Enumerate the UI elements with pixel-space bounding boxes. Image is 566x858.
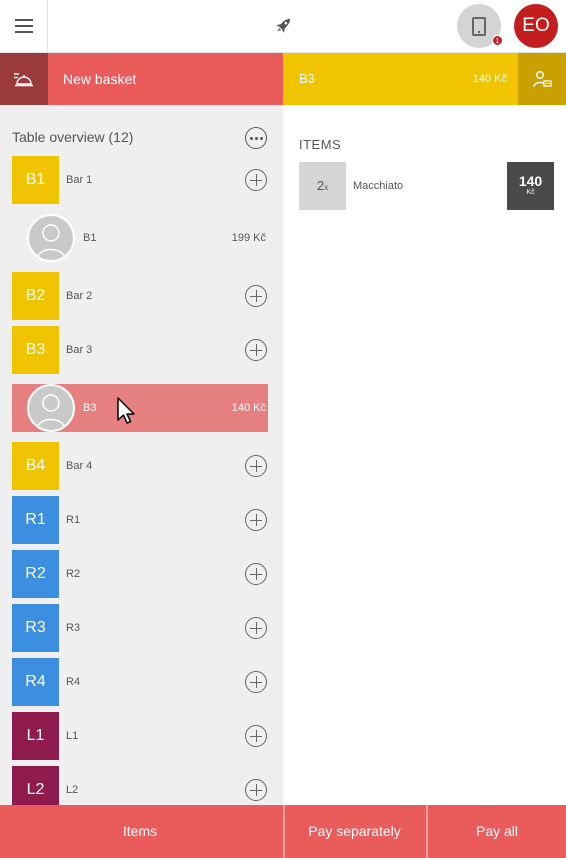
table-name: Bar 2: [66, 290, 93, 302]
table-overview-title: Table overview (12): [12, 129, 134, 145]
tablet-icon: [472, 16, 486, 36]
item-price: 140 Kč: [507, 162, 554, 210]
table-row-b3[interactable]: B3 Bar 3: [12, 326, 268, 374]
guest-amount: 199 Kč: [231, 232, 266, 244]
item-quantity[interactable]: 2x: [299, 162, 346, 210]
table-name: Bar 4: [66, 460, 93, 472]
guest-name: B3: [83, 402, 97, 414]
table-tile: B1: [12, 156, 59, 204]
guest-amount: 140 Kč: [231, 402, 266, 414]
item-name: Macchiato: [353, 180, 404, 192]
table-row-b2[interactable]: B2 Bar 2: [12, 272, 268, 320]
add-guest-button[interactable]: [245, 725, 267, 747]
table-name: R2: [66, 568, 81, 580]
rocket-icon: [276, 18, 291, 33]
table-name: R3: [66, 622, 81, 634]
new-basket-bar[interactable]: New basket: [0, 53, 283, 105]
table-row-b4[interactable]: B4 Bar 4: [12, 442, 268, 490]
table-tile: R3: [12, 604, 59, 652]
order-item-row[interactable]: 2x Macchiato 140 Kč: [299, 162, 554, 210]
tablet-button[interactable]: 1: [457, 4, 503, 48]
order-total: 140 Kč: [472, 73, 507, 85]
add-guest-button[interactable]: [245, 509, 267, 531]
table-tile: L1: [12, 712, 59, 760]
table-tile: B4: [12, 442, 59, 490]
table-name: Bar 3: [66, 344, 93, 356]
table-row-l2[interactable]: L2 L2: [12, 766, 268, 805]
table-row-r2[interactable]: R2 R2: [12, 550, 268, 598]
notification-badge: 1: [492, 35, 503, 46]
top-bar: 1 EO: [0, 0, 566, 53]
add-guest-button[interactable]: [245, 617, 267, 639]
table-name: R4: [66, 676, 81, 688]
menu-button[interactable]: [0, 0, 48, 52]
more-options-button[interactable]: [245, 127, 267, 149]
table-name: R1: [66, 514, 81, 526]
add-guest-button[interactable]: [245, 339, 267, 361]
table-name: L2: [66, 784, 79, 796]
tray-icon: [14, 73, 33, 87]
table-name: L1: [66, 730, 79, 742]
table-tile: R1: [12, 496, 59, 544]
table-tile: B2: [12, 272, 59, 320]
table-name: Bar 1: [66, 174, 93, 186]
add-guest-button[interactable]: [245, 169, 267, 191]
order-name: B3: [299, 71, 315, 86]
more-icon: [249, 136, 253, 140]
items-heading: ITEMS: [299, 137, 342, 152]
hamburger-icon: [14, 19, 33, 33]
selected-order-bar: B3 140 Kč: [283, 53, 566, 105]
add-guest-button[interactable]: [245, 455, 267, 477]
add-guest-button[interactable]: [245, 779, 267, 801]
add-guest-button[interactable]: [245, 671, 267, 693]
table-row-b1[interactable]: B1 Bar 1: [12, 156, 268, 204]
table-overview-panel: Table overview (12) B1 Bar 1 B1 199 Kč B…: [0, 105, 283, 805]
user-avatar[interactable]: EO: [514, 4, 558, 48]
guest-row-b3[interactable]: B3 140 Kč: [12, 384, 268, 432]
guest-row-b1[interactable]: B1 199 Kč: [12, 214, 268, 262]
mouse-cursor-icon: [117, 397, 135, 424]
table-row-l1[interactable]: L1 L1: [12, 712, 268, 760]
guest-avatar-icon: [27, 384, 75, 432]
guest-name: B1: [83, 232, 97, 244]
table-tile: R4: [12, 658, 59, 706]
guest-avatar-icon: [27, 214, 75, 262]
table-tile: L2: [12, 766, 59, 805]
bottom-action-bar: Items Pay separately Pay all: [0, 805, 566, 858]
pay-all-button[interactable]: Pay all: [426, 805, 566, 858]
pay-separately-button[interactable]: Pay separately: [283, 805, 424, 858]
order-items-panel: ITEMS 2x Macchiato 140 Kč: [283, 105, 566, 805]
items-button[interactable]: Items: [0, 805, 280, 858]
add-guest-button[interactable]: [245, 563, 267, 585]
table-row-r3[interactable]: R3 R3: [12, 604, 268, 652]
assign-guest-button[interactable]: [518, 53, 566, 105]
table-row-r1[interactable]: R1 R1: [12, 496, 268, 544]
user-edit-icon: [533, 71, 552, 88]
new-basket-label: New basket: [63, 71, 137, 87]
table-tile: B3: [12, 326, 59, 374]
table-row-r4[interactable]: R4 R4: [12, 658, 268, 706]
basket-icon-button[interactable]: [0, 53, 48, 105]
add-guest-button[interactable]: [245, 285, 267, 307]
table-tile: R2: [12, 550, 59, 598]
